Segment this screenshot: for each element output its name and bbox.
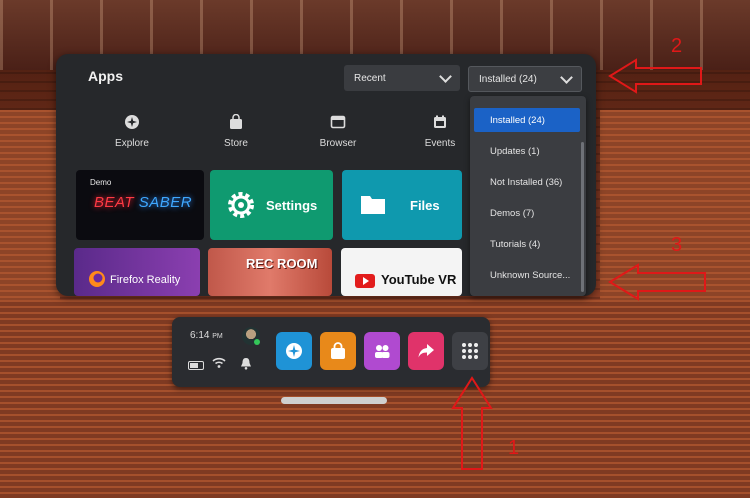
- beat-saber-logo: BEAT SABER: [94, 194, 193, 211]
- menu-item-tutorials[interactable]: Tutorials (4): [474, 232, 580, 256]
- menu-item-installed[interactable]: Installed (24): [474, 108, 580, 132]
- tile-label: Settings: [266, 198, 318, 213]
- nav-events[interactable]: Events: [405, 114, 475, 149]
- tile-label: Files: [410, 198, 440, 213]
- app-tile-files[interactable]: Files: [342, 170, 462, 240]
- menu-scrollbar[interactable]: [581, 142, 584, 292]
- filter-dropdown-menu: Installed (24) Updates (1) Not Installed…: [470, 96, 586, 296]
- annotation-arrow-2: [608, 58, 702, 94]
- annotation-number-2: 2: [671, 35, 683, 57]
- menu-item-updates[interactable]: Updates (1): [474, 139, 580, 163]
- taskbar-people-button[interactable]: [364, 332, 400, 370]
- bell-icon[interactable]: [240, 357, 252, 370]
- nav-store-label: Store: [224, 138, 248, 149]
- taskbar-explore-button[interactable]: [276, 332, 312, 370]
- events-icon: [434, 115, 446, 128]
- firefox-icon: [89, 271, 105, 287]
- annotation-number-3: 3: [671, 234, 683, 256]
- taskbar-store-button[interactable]: [320, 332, 356, 370]
- folder-icon: [361, 196, 385, 214]
- vr-environment: Apps Recent Installed (24) Explore Store…: [0, 0, 750, 498]
- app-tile-firefox-reality[interactable]: Firefox Reality: [74, 248, 200, 296]
- nav-explore[interactable]: Explore: [97, 114, 167, 149]
- menu-item-unknown-sources[interactable]: Unknown Source...: [474, 263, 580, 287]
- sort-dropdown-value: Recent: [354, 72, 386, 84]
- store-icon: [230, 114, 242, 129]
- demo-badge: Demo: [90, 178, 112, 187]
- nav-browser[interactable]: Browser: [303, 114, 373, 149]
- taskbar-share-button[interactable]: [408, 332, 444, 370]
- page-title: Apps: [88, 68, 123, 84]
- chevron-down-icon: [560, 70, 573, 84]
- chevron-down-icon: [439, 69, 452, 83]
- tile-label: Firefox Reality: [110, 274, 181, 286]
- online-status-dot: [254, 339, 260, 345]
- tile-label: REC ROOM: [246, 256, 318, 271]
- nav-store[interactable]: Store: [201, 114, 271, 149]
- tile-label: YouTube VR: [381, 272, 457, 287]
- nav-browser-label: Browser: [319, 138, 357, 149]
- taskbar-apps-button[interactable]: [452, 332, 488, 370]
- app-tile-beat-saber[interactable]: Demo BEAT SABER: [76, 170, 204, 240]
- wifi-icon: [212, 357, 226, 368]
- filter-dropdown[interactable]: Installed (24): [468, 66, 582, 92]
- share-icon: [418, 344, 434, 358]
- clock: 6:14 PM: [190, 330, 223, 341]
- sort-dropdown[interactable]: Recent: [344, 65, 460, 91]
- youtube-play-icon: [355, 274, 375, 288]
- home-indicator-bar: [281, 397, 387, 404]
- filter-dropdown-value: Installed (24): [479, 73, 537, 85]
- app-tile-settings[interactable]: Settings: [210, 170, 333, 240]
- annotation-arrow-1: [451, 376, 493, 470]
- explore-icon: [125, 115, 139, 129]
- explore-icon: [286, 343, 302, 359]
- annotation-number-1: 1: [508, 437, 520, 459]
- store-icon: [331, 342, 345, 359]
- people-icon: [375, 345, 390, 358]
- nav-explore-label: Explore: [115, 138, 149, 149]
- menu-item-not-installed[interactable]: Not Installed (36): [474, 170, 580, 194]
- menu-item-demos[interactable]: Demos (7): [474, 201, 580, 225]
- annotation-arrow-3: [608, 263, 706, 301]
- gear-icon: [228, 192, 254, 218]
- nav-events-label: Events: [424, 138, 456, 149]
- browser-icon: [330, 115, 346, 129]
- apps-grid-icon: [462, 343, 478, 359]
- battery-icon: [188, 361, 204, 370]
- app-tile-rec-room[interactable]: REC ROOM: [208, 248, 332, 296]
- app-tile-youtube-vr[interactable]: YouTube VR: [341, 248, 462, 296]
- universal-menu-bar: 6:14 PM: [172, 317, 490, 387]
